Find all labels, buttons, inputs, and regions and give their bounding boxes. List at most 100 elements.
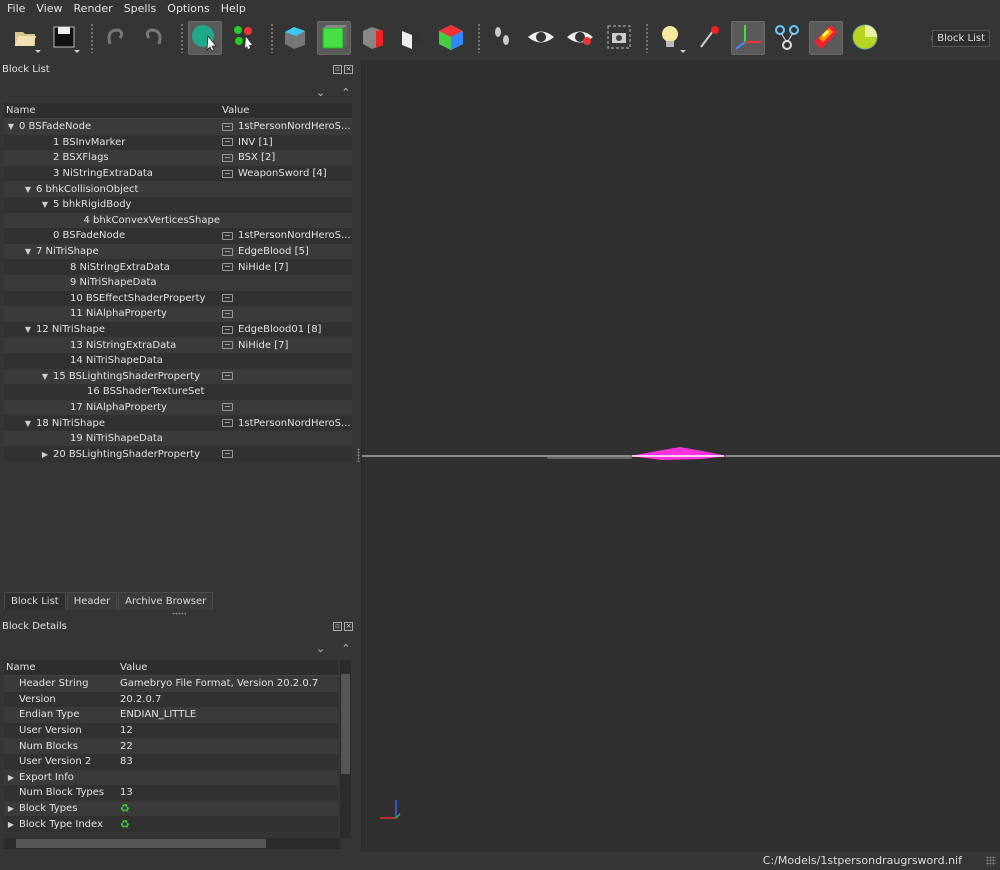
show-axes-button[interactable] xyxy=(731,21,765,55)
resize-grip-icon[interactable] xyxy=(986,856,996,866)
collapse-down-icon[interactable]: ⌄ xyxy=(316,642,325,656)
column-name[interactable]: Name xyxy=(4,660,118,675)
tab-archive-browser[interactable]: Archive Browser xyxy=(118,592,214,610)
tree-row[interactable]: ▶ 20 BSLightingShaderProperty xyxy=(4,446,352,463)
eye-button[interactable] xyxy=(524,21,558,55)
menu-spells[interactable]: Spells xyxy=(117,0,161,17)
tree-row[interactable]: 4 bhkConvexVerticesShape xyxy=(4,212,352,229)
collapse-up-icon[interactable]: ⌃ xyxy=(341,86,350,100)
vertical-splitter-handle[interactable] xyxy=(357,448,360,462)
expand-arrow-right-icon[interactable]: ▶ xyxy=(6,820,16,829)
tree-row[interactable]: 14 NiTriShapeData xyxy=(4,352,352,369)
tree-row[interactable]: 3 NiStringExtraData WeaponSword [4] xyxy=(4,165,352,182)
tree-row[interactable]: ▶ Block Types ♻ xyxy=(4,800,338,817)
tree-row[interactable]: ▼ 18 NiTriShape 1stPersonNordHeroS... xyxy=(4,415,352,431)
menu-view[interactable]: View xyxy=(29,0,66,17)
dropdown-arrow-icon[interactable] xyxy=(35,50,41,53)
show-markers-button[interactable] xyxy=(692,21,726,55)
collapse-up-icon[interactable]: ⌃ xyxy=(341,642,350,656)
view-front-button[interactable] xyxy=(317,21,351,55)
expand-arrow-down-icon[interactable]: ▼ xyxy=(23,247,33,256)
tree-row[interactable]: User Version 12 xyxy=(4,722,338,739)
expand-arrow-down-icon[interactable]: ▼ xyxy=(40,372,50,381)
tree-row[interactable]: 17 NiAlphaProperty xyxy=(4,399,352,416)
refresh-icon[interactable]: ♻ xyxy=(120,802,130,815)
expand-arrow-down-icon[interactable]: ▼ xyxy=(23,419,33,428)
save-button[interactable] xyxy=(47,21,81,55)
tree-row[interactable]: 16 BSShaderTextureSet xyxy=(4,384,352,400)
expand-arrow-down-icon[interactable]: ▼ xyxy=(23,185,33,194)
menu-file[interactable]: File xyxy=(0,0,29,17)
tab-block-list[interactable]: Block List xyxy=(4,592,66,610)
tree-row[interactable]: Header String Gamebryo File Format, Versi… xyxy=(4,676,338,692)
view-user-button[interactable] xyxy=(395,21,429,55)
tree-row[interactable]: 2 BSXFlags BSX [2] xyxy=(4,150,352,166)
tree-row[interactable]: User Version 2 83 xyxy=(4,753,338,770)
tree-row[interactable]: 10 BSEffectShaderProperty xyxy=(4,290,352,307)
expand-arrow-right-icon[interactable]: ▶ xyxy=(6,773,16,782)
open-file-button[interactable] xyxy=(8,21,42,55)
tree-row[interactable]: Num Blocks 22 xyxy=(4,738,338,754)
tree-row[interactable]: 1 BSInvMarker INV [1] xyxy=(4,134,352,151)
expand-arrow-right-icon[interactable]: ▶ xyxy=(40,450,50,459)
eye-hidden-button[interactable] xyxy=(563,21,597,55)
row-name-cell: 17 NiAlphaProperty xyxy=(4,402,220,413)
menu-options[interactable]: Options xyxy=(160,0,213,17)
view-top-button[interactable] xyxy=(278,21,312,55)
expand-arrow-down-icon[interactable]: ▼ xyxy=(6,122,16,131)
view-side-button[interactable] xyxy=(356,21,390,55)
redo-button[interactable] xyxy=(137,21,171,55)
tree-row[interactable]: 8 NiStringExtraData NiHide [7] xyxy=(4,259,352,275)
expand-arrow-right-icon[interactable]: ▶ xyxy=(6,804,16,813)
menu-help[interactable]: Help xyxy=(214,0,250,17)
screenshot-button[interactable] xyxy=(602,21,636,55)
tree-row[interactable]: ▼ 15 BSLightingShaderProperty xyxy=(4,368,352,385)
undo-button[interactable] xyxy=(98,21,132,55)
select-vertex-button[interactable] xyxy=(227,21,261,55)
tree-row[interactable]: ▶ Export Info xyxy=(4,769,338,786)
footprints-button[interactable] xyxy=(485,21,519,55)
tree-row[interactable]: 0 BSFadeNode 1stPersonNordHeroS... xyxy=(4,228,352,244)
tree-row[interactable]: 9 NiTriShapeData xyxy=(4,274,352,291)
collapse-down-icon[interactable]: ⌄ xyxy=(316,86,325,100)
show-textures-button[interactable] xyxy=(809,21,843,55)
view-walk-button[interactable] xyxy=(434,21,468,55)
tree-row[interactable]: 11 NiAlphaProperty xyxy=(4,306,352,322)
tab-header[interactable]: Header xyxy=(66,592,118,610)
close-icon[interactable]: × xyxy=(344,622,353,631)
light-bulb-button[interactable] xyxy=(653,21,687,55)
column-name[interactable]: Name xyxy=(4,103,220,118)
splitter-handle[interactable] xyxy=(172,612,186,615)
tree-row[interactable]: Num Block Types 13 xyxy=(4,785,338,801)
tree-row[interactable]: Version 20.2.0.7 xyxy=(4,691,338,708)
tree-row[interactable]: ▼ 5 bhkRigidBody xyxy=(4,196,352,213)
float-icon[interactable]: ▫ xyxy=(333,622,342,631)
show-nodes-button[interactable] xyxy=(770,21,804,55)
tree-row[interactable]: ▶ Block Type Index ♻ xyxy=(4,816,338,832)
tree-row[interactable]: ▼ 7 NiTriShape EdgeBlood [5] xyxy=(4,243,352,260)
menu-render[interactable]: Render xyxy=(67,0,117,17)
expand-arrow-down-icon[interactable]: ▼ xyxy=(23,325,33,334)
row-name-label: 7 NiTriShape xyxy=(36,246,99,258)
dropdown-arrow-icon[interactable] xyxy=(74,50,80,53)
column-value[interactable]: Value xyxy=(220,103,249,118)
tree-row[interactable]: Endian Type ENDIAN_LITTLE xyxy=(4,707,338,723)
vertical-scrollbar[interactable] xyxy=(340,660,351,838)
tree-row[interactable]: 19 NiTriShapeData xyxy=(4,430,352,447)
column-value[interactable]: Value xyxy=(118,660,147,675)
select-object-button[interactable] xyxy=(188,21,222,55)
float-icon[interactable]: ▫ xyxy=(333,65,342,74)
horizontal-scrollbar[interactable] xyxy=(4,838,340,849)
tree-row[interactable]: ▼ 12 NiTriShape EdgeBlood01 [8] xyxy=(4,321,352,338)
block-list-toggle-button[interactable]: Block List xyxy=(932,30,990,47)
tree-row[interactable]: ▼ 0 BSFadeNode 1stPersonNordHeroS... xyxy=(4,119,352,135)
close-icon[interactable]: × xyxy=(344,65,353,74)
tree-row[interactable]: ▼ 6 bhkCollisionObject xyxy=(4,181,352,197)
expand-arrow-down-icon[interactable]: ▼ xyxy=(40,200,50,209)
render-viewport[interactable] xyxy=(361,60,1000,852)
row-name-label: 16 BSShaderTextureSet xyxy=(87,386,205,398)
refresh-icon[interactable]: ♻ xyxy=(120,818,130,831)
show-collision-button[interactable] xyxy=(848,21,882,55)
dropdown-arrow-icon[interactable] xyxy=(680,50,686,53)
tree-row[interactable]: 13 NiStringExtraData NiHide [7] xyxy=(4,337,352,353)
